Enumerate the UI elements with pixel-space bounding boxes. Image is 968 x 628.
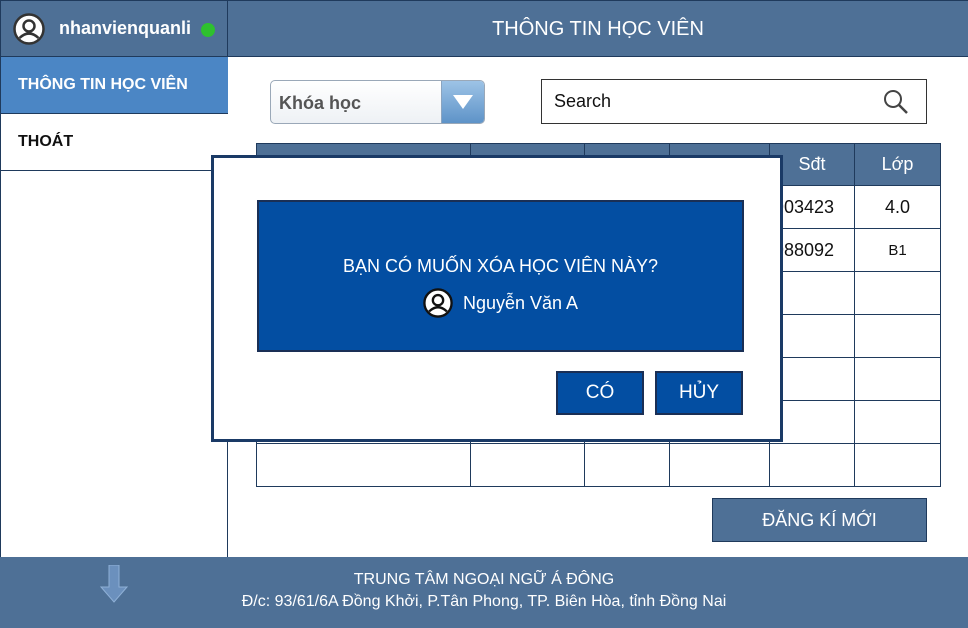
table-cell — [769, 443, 855, 487]
search-input[interactable] — [554, 91, 874, 112]
dialog-question: BẠN CÓ MUỐN XÓA HỌC VIÊN NÀY? — [342, 256, 659, 276]
table-row[interactable] — [256, 443, 941, 487]
sidebar-item-student-info[interactable]: THÔNG TIN HỌC VIÊN — [1, 57, 228, 114]
app-root: nhanvienquanli THÔNG TIN HỌC VIÊN THÔNG … — [0, 0, 968, 628]
table-cell — [256, 443, 471, 487]
dialog-message-panel: BẠN CÓ MUỐN XÓA HỌC VIÊN NÀY? Nguyễn Văn… — [257, 200, 744, 352]
table-cell — [470, 443, 585, 487]
table-cell — [584, 443, 670, 487]
sidebar: THÔNG TIN HỌC VIÊN THOÁT — [0, 57, 228, 557]
table-cell — [854, 271, 941, 315]
class-cell: B1 — [854, 228, 941, 272]
register-new-button[interactable]: ĐĂNG KÍ MỚI — [712, 498, 927, 542]
user-profile-box: nhanvienquanli — [0, 0, 228, 57]
search-icon[interactable] — [882, 88, 910, 121]
cancel-button[interactable]: HỦY — [655, 371, 743, 415]
class-cell: 4.0 — [854, 185, 941, 229]
username-label: nhanvienquanli — [59, 18, 192, 38]
table-cell — [854, 357, 941, 401]
table-cell — [854, 443, 941, 487]
column-header-class: Lớp — [854, 143, 941, 186]
dialog-person-name: Nguyễn Văn A — [462, 292, 579, 313]
sidebar-item-label: THOÁT — [18, 133, 74, 150]
page-header: THÔNG TIN HỌC VIÊN — [228, 0, 968, 57]
table-cell — [854, 314, 941, 358]
online-status-indicator — [201, 23, 215, 37]
user-icon — [423, 288, 453, 318]
user-avatar-icon — [13, 13, 45, 45]
course-select[interactable]: Khóa học — [270, 80, 485, 124]
table-cell — [854, 400, 941, 444]
sidebar-item-logout[interactable]: THOÁT — [1, 114, 228, 171]
sidebar-item-label: THÔNG TIN HỌC VIÊN — [18, 76, 188, 93]
search-box — [541, 79, 927, 124]
dropdown-button[interactable] — [441, 81, 484, 123]
confirm-yes-button[interactable]: CÓ — [556, 371, 644, 415]
delete-confirm-dialog: BẠN CÓ MUỐN XÓA HỌC VIÊN NÀY? Nguyễn Văn… — [211, 155, 783, 442]
footer: TRUNG TÂM NGOẠI NGỮ Á ĐÔNG Đ/c: 93/61/6A… — [0, 557, 968, 628]
course-select-value: Khóa học — [279, 93, 362, 113]
page-title: THÔNG TIN HỌC VIÊN — [492, 18, 704, 40]
table-cell — [669, 443, 770, 487]
dialog-person: Nguyễn Văn A — [259, 288, 742, 318]
center-name: TRUNG TÂM NGOẠI NGỮ Á ĐÔNG — [353, 571, 615, 588]
chevron-down-icon — [453, 95, 473, 109]
center-address: Đ/c: 93/61/6A Đồng Khởi, P.Tân Phong, TP… — [241, 593, 727, 610]
